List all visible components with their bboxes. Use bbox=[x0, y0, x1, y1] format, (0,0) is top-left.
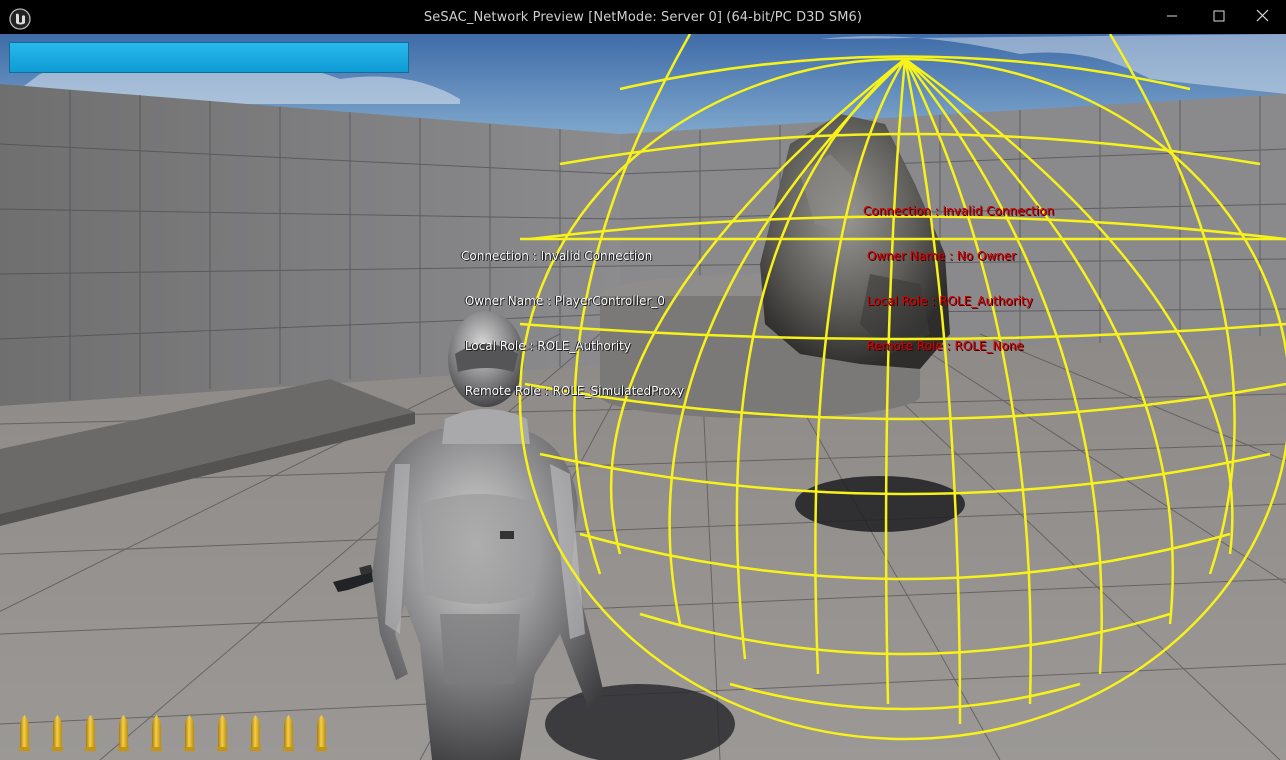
rock-connection-text: Connection : Invalid Connection bbox=[863, 204, 1055, 218]
minimize-icon bbox=[1167, 15, 1177, 17]
bullet-icon bbox=[117, 714, 130, 752]
minimize-button[interactable] bbox=[1149, 0, 1195, 34]
health-bar bbox=[9, 42, 409, 73]
bullet-icon bbox=[282, 714, 295, 752]
bullet-icon bbox=[249, 714, 262, 752]
player-owner-text: Owner Name : PlayerController_0 bbox=[461, 294, 665, 308]
player-remote-role-text: Remote Role : ROLE_SimulatedProxy bbox=[461, 384, 685, 398]
game-window: SeSAC_Network Preview [NetMode: Server 0… bbox=[0, 0, 1286, 760]
window-title: SeSAC_Network Preview [NetMode: Server 0… bbox=[423, 10, 863, 25]
game-viewport[interactable]: Connection : Invalid Connection Owner Na… bbox=[0, 34, 1286, 760]
bullet-icon bbox=[84, 714, 97, 752]
bullet-icon bbox=[150, 714, 163, 752]
health-bar-fill bbox=[10, 43, 408, 72]
rock-debug-info: Connection : Invalid Connection Owner Na… bbox=[863, 174, 1054, 384]
maximize-icon bbox=[1213, 10, 1225, 22]
rock-remote-role-text: Remote Role : ROLE_None bbox=[863, 339, 1024, 353]
bullet-icon bbox=[183, 714, 196, 752]
player-connection-text: Connection : Invalid Connection bbox=[461, 249, 653, 263]
bullet-icon bbox=[315, 714, 328, 752]
bullet-icon bbox=[18, 714, 31, 752]
close-button[interactable] bbox=[1240, 0, 1286, 34]
bullet-icon bbox=[51, 714, 64, 752]
title-bar[interactable]: SeSAC_Network Preview [NetMode: Server 0… bbox=[0, 0, 1286, 34]
maximize-button[interactable] bbox=[1195, 0, 1241, 34]
ammo-counter bbox=[18, 714, 328, 754]
player-debug-info: Connection : Invalid Connection Owner Na… bbox=[461, 219, 684, 429]
bullet-icon bbox=[216, 714, 229, 752]
close-icon bbox=[1256, 9, 1269, 22]
player-local-role-text: Local Role : ROLE_Authority bbox=[461, 339, 631, 353]
rock-owner-text: Owner Name : No Owner bbox=[863, 249, 1017, 263]
rock-local-role-text: Local Role : ROLE_Authority bbox=[863, 294, 1033, 308]
